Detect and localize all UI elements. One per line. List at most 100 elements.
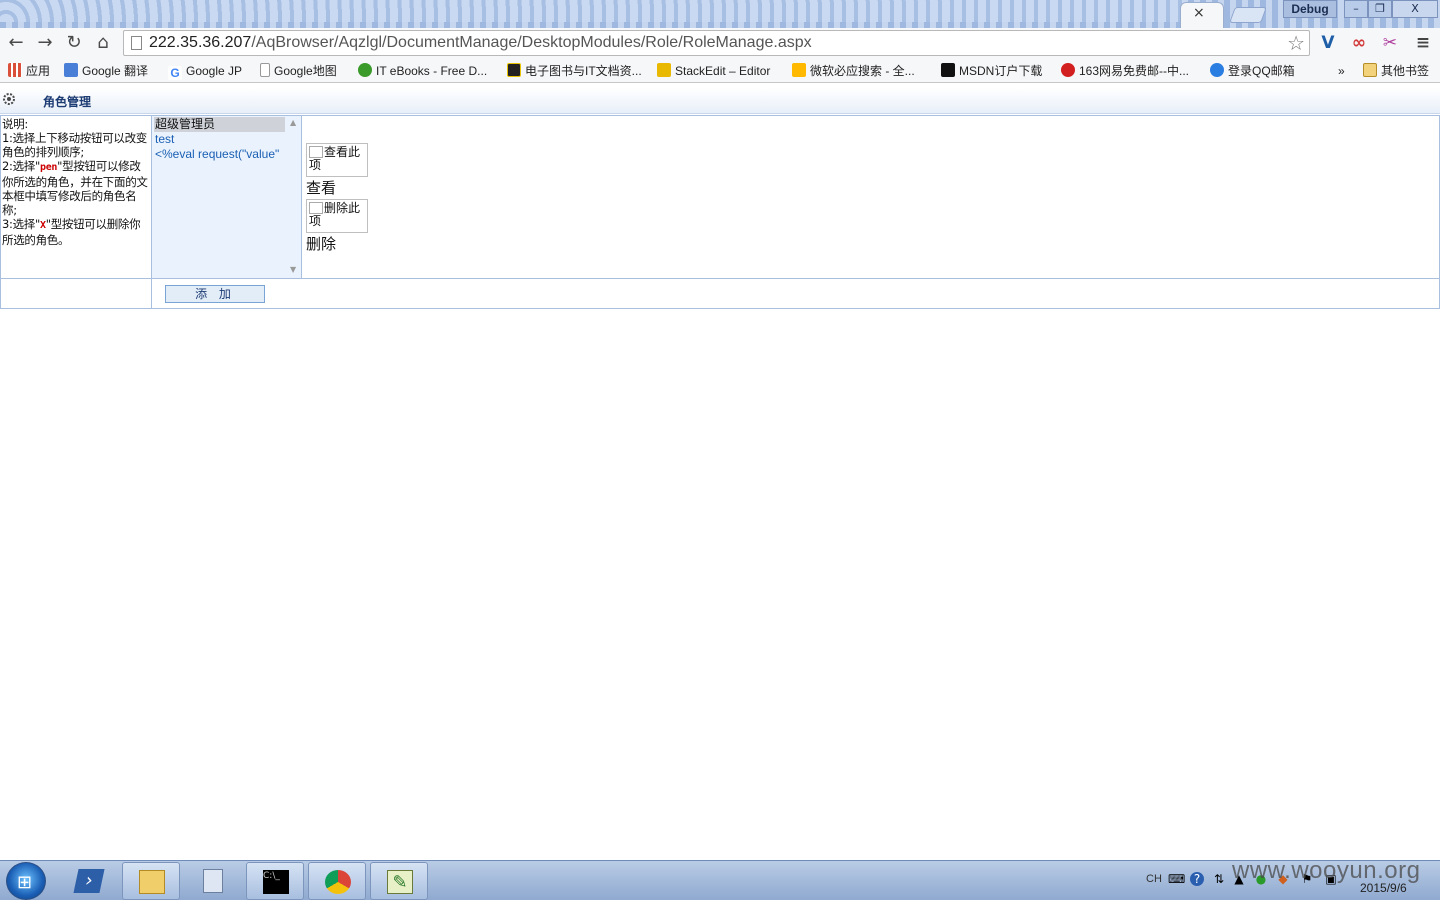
stackedit-icon: [657, 63, 671, 77]
green-dot-icon: [358, 63, 372, 77]
role-manage-table: 说明: 1:选择上下移动按钮可以改变角色的排列顺序; 2:选择"pen"型按钮可…: [0, 115, 1440, 309]
menu-icon[interactable]: ≡: [1413, 33, 1433, 53]
ebook-icon: [507, 63, 521, 77]
bookmark-qq-mail[interactable]: 登录QQ邮箱: [1210, 62, 1295, 80]
address-bar[interactable]: 222.35.36.207/AqBrowser/Aqzlgl/DocumentM…: [123, 30, 1310, 56]
windows-taskbar: ⊞ › C:\_ ✎ CH ⌨ ? ⇅ ▲ ● ◆ ⚑ ▣ 2015/9/6: [0, 860, 1440, 900]
listbox-scrollbar[interactable]: ▲ ▼: [287, 116, 301, 276]
google-icon: G: [168, 66, 182, 80]
minimize-button[interactable]: –: [1344, 0, 1368, 18]
command-prompt-icon: C:\_: [263, 870, 289, 894]
language-indicator[interactable]: CH: [1146, 873, 1162, 885]
notepad-icon: ✎: [387, 870, 413, 894]
role-option[interactable]: 超级管理员: [154, 117, 285, 132]
reload-icon[interactable]: ↻: [63, 32, 85, 54]
folder-icon: [139, 870, 165, 894]
bookmark-apps[interactable]: 应用: [8, 62, 50, 80]
view-label[interactable]: 查看: [306, 177, 336, 198]
instructions-cell: 说明: 1:选择上下移动按钮可以改变角色的排列顺序; 2:选择"pen"型按钮可…: [1, 116, 152, 278]
url-path: /AqBrowser/Aqzlgl/DocumentManage/Desktop…: [251, 34, 812, 51]
delete-item-button[interactable]: 删除此项: [306, 199, 368, 233]
msdn-icon: [941, 63, 955, 77]
start-button[interactable]: ⊞: [6, 862, 46, 900]
calculator-icon: [203, 869, 223, 893]
apps-grid-icon: [8, 63, 22, 77]
home-icon[interactable]: ⌂: [92, 32, 114, 54]
role-option[interactable]: <%eval request("value": [154, 147, 300, 162]
windows-logo-icon: ⊞: [17, 872, 33, 893]
scroll-down-icon[interactable]: ▼: [290, 265, 296, 274]
keyboard-icon[interactable]: ⌨: [1168, 872, 1185, 886]
bookmark-it-ebooks[interactable]: IT eBooks - Free D...: [358, 62, 487, 80]
instruction-3-pre: 3:选择": [2, 217, 40, 231]
maximize-button[interactable]: ❐: [1368, 0, 1392, 18]
other-bookmarks[interactable]: 其他书签: [1363, 62, 1429, 80]
instruction-3: 3:选择"X"型按钮可以删除你所选的角色。: [2, 217, 150, 247]
translate-icon: [64, 63, 78, 77]
bookmark-163-mail[interactable]: 163网易免费邮--中...: [1061, 62, 1189, 80]
new-tab-button[interactable]: [1229, 7, 1267, 23]
taskbar-explorer[interactable]: [122, 862, 180, 900]
back-arrow-icon[interactable]: ←: [5, 32, 27, 54]
bookmark-google-maps[interactable]: Google地图: [260, 62, 337, 80]
role-listbox[interactable]: 超级管理员 test <%eval request("value": [154, 117, 300, 275]
taskbar-powershell[interactable]: ›: [60, 862, 118, 900]
bookmark-label: IT eBooks - Free D...: [376, 64, 488, 78]
forward-arrow-icon[interactable]: →: [34, 32, 56, 54]
tab-strip-background: [0, 0, 1185, 22]
bookmark-label: 电子图书与IT文档资...: [525, 64, 642, 78]
tab-close-button[interactable]: ×: [1193, 5, 1205, 21]
role-option[interactable]: test: [154, 132, 300, 147]
extension-v-icon[interactable]: V: [1318, 33, 1338, 53]
page-icon: [260, 63, 270, 77]
bookmark-star-icon[interactable]: ☆: [1287, 31, 1305, 55]
instruction-2-pre: 2:选择": [2, 159, 40, 173]
extension-scissors-icon[interactable]: ✂: [1380, 33, 1400, 53]
taskbar-calculator[interactable]: [184, 862, 242, 900]
bookmark-bing[interactable]: 微软必应搜索 - 全...: [792, 62, 915, 80]
help-icon[interactable]: ?: [1190, 872, 1204, 886]
role-list-cell: 超级管理员 test <%eval request("value" ▲ ▼: [152, 116, 302, 278]
qq-mail-icon: [1210, 63, 1224, 77]
broken-image-icon: [309, 146, 323, 158]
bookmark-label: StackEdit – Editor: [675, 64, 771, 78]
bookmark-ebooks-docs[interactable]: 电子图书与IT文档资...: [507, 62, 642, 80]
bing-icon: [792, 63, 806, 77]
bookmarks-overflow-button[interactable]: »: [1338, 62, 1345, 80]
bookmark-label: 应用: [26, 64, 51, 78]
page-content: 角色管理 说明: 1:选择上下移动按钮可以改变角色的排列顺序; 2:选择"pen…: [0, 84, 1440, 860]
bookmarks-bar: 应用 Google 翻译 G Google JP Google地图 IT eBoo…: [0, 58, 1440, 83]
tray-arrows-icon[interactable]: ⇅: [1212, 872, 1226, 886]
broken-image-icon: [309, 202, 323, 214]
bookmark-label: Google 翻译: [82, 64, 149, 78]
delete-label[interactable]: 删除: [306, 233, 336, 254]
url-host: 222.35.36.207: [149, 34, 252, 51]
debug-badge: Debug: [1283, 0, 1337, 18]
bookmark-msdn[interactable]: MSDN订户下载: [941, 62, 1042, 80]
window-controls: – ❐ X: [1344, 0, 1438, 18]
bookmark-label: MSDN订户下载: [959, 64, 1043, 78]
taskbar-cmd[interactable]: C:\_: [246, 862, 304, 900]
bookmark-label: Google JP: [186, 64, 243, 78]
actions-cell: 查看此项 查看 删除此项 删除: [302, 116, 1439, 278]
page-title: 角色管理: [43, 95, 92, 109]
taskbar-notepad[interactable]: ✎: [370, 862, 428, 900]
url-text[interactable]: 222.35.36.207/AqBrowser/Aqzlgl/DocumentM…: [149, 34, 812, 52]
instruction-1: 1:选择上下移动按钮可以改变角色的排列顺序;: [2, 131, 147, 159]
gear-icon: [3, 93, 15, 105]
bookmark-stackedit[interactable]: StackEdit – Editor: [657, 62, 770, 80]
mail-163-icon: [1061, 63, 1075, 77]
view-item-button[interactable]: 查看此项: [306, 143, 368, 177]
add-role-button[interactable]: 添 加: [165, 285, 265, 303]
pen-keyword: pen: [39, 162, 58, 173]
taskbar-chrome[interactable]: [308, 862, 366, 900]
scroll-up-icon[interactable]: ▲: [290, 118, 296, 127]
bookmark-label: 微软必应搜索 - 全...: [810, 64, 915, 78]
add-row: 添 加: [1, 278, 1439, 309]
bookmark-google-jp[interactable]: G Google JP: [168, 62, 242, 80]
close-window-button[interactable]: X: [1392, 0, 1438, 18]
instructions-heading: 说明:: [2, 117, 28, 131]
module-title-bar: 角色管理: [0, 88, 1440, 114]
bookmark-google-translate[interactable]: Google 翻译: [64, 62, 148, 80]
extension-link-icon[interactable]: ∞: [1349, 33, 1369, 53]
